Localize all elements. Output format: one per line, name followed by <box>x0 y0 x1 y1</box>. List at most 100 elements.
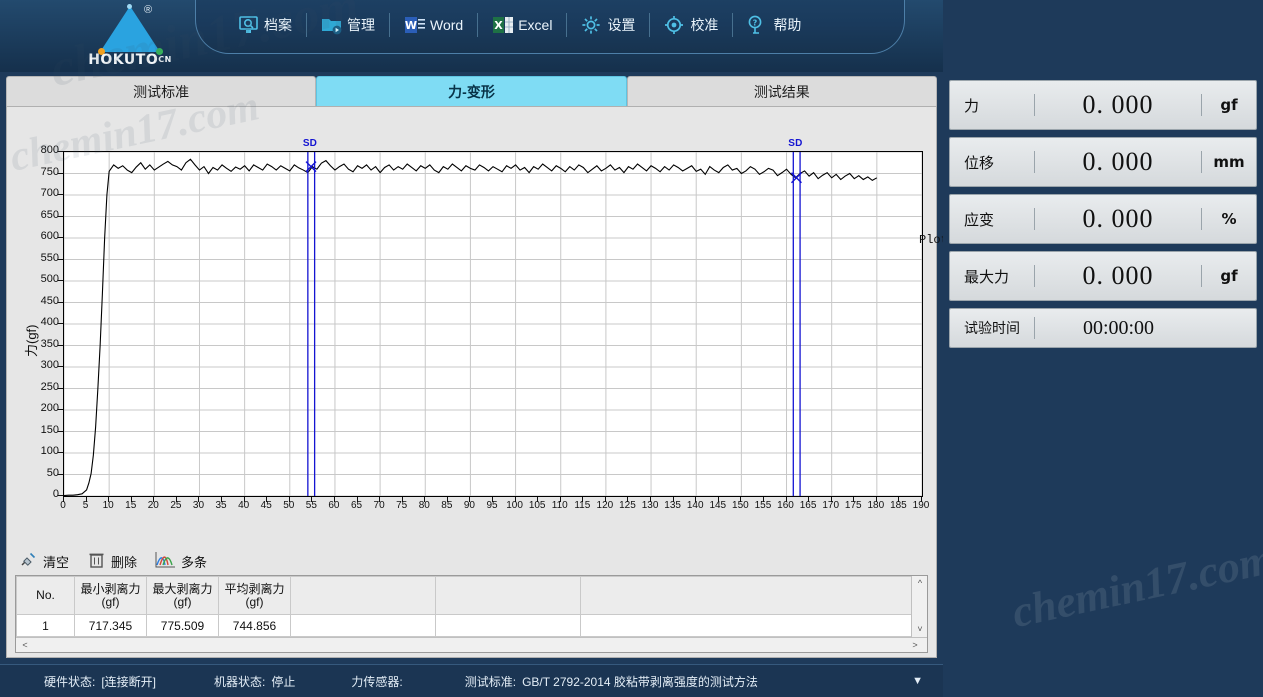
menu-separator <box>306 13 307 37</box>
status-machine-label: 机器状态: <box>214 673 265 690</box>
excel-icon: X <box>492 15 514 35</box>
table-col-max-peel: 最大剥离力 (gf) <box>147 577 219 615</box>
scroll-left-icon[interactable]: ˂ <box>19 640 31 650</box>
scroll-down-icon[interactable]: ˅ <box>912 624 928 634</box>
chart-y-tickmark <box>58 431 63 432</box>
readout-max-force-unit: gf <box>1202 267 1256 285</box>
table-col-max-peel-l2: (gf) <box>147 596 218 609</box>
chart-x-tickmark <box>718 497 719 502</box>
chart-x-tickmark <box>108 497 109 502</box>
readout-strain-unit: % <box>1202 210 1256 228</box>
control-panel: 力 0. 000 gf 位移 0. 000 mm 应变 0. 000 % 最大力… <box>943 0 1263 697</box>
table-horizontal-scrollbar[interactable]: ˂ ˃ <box>16 637 928 652</box>
tab-force-deformation[interactable]: 力-变形 <box>316 76 626 106</box>
chart-x-tickmark <box>627 497 628 502</box>
menu-item-word[interactable]: W Word <box>394 12 473 38</box>
chart-x-tickmark <box>740 497 741 502</box>
status-machine-value: 停止 <box>271 673 295 690</box>
menu-item-settings[interactable]: 设置 <box>571 12 645 38</box>
chart-x-tickmark <box>582 497 583 502</box>
chart-y-tickmark <box>58 345 63 346</box>
clear-all-button[interactable]: 清空 <box>19 551 69 571</box>
table-col-min-peel-l2: (gf) <box>75 596 146 609</box>
table-col-min-peel-l1: 最小剥离力 <box>75 583 146 596</box>
svg-text:W: W <box>405 19 417 32</box>
registered-mark: ® <box>144 4 152 16</box>
table-col-avg-peel-l1: 平均剥离力 <box>219 583 290 596</box>
chart-y-tick: 750 <box>23 166 59 178</box>
chart-x-tickmark <box>153 497 154 502</box>
chart-y-tick: 250 <box>23 381 59 393</box>
chart-y-tick: 500 <box>23 273 59 285</box>
multi-curve-button[interactable]: 多条 <box>155 551 207 571</box>
table-header-row: No. 最小剥离力 (gf) 最大剥离力 (gf) 平均剥离力 (gf) <box>17 577 913 615</box>
readout-test-time: 试验时间 00:00:00 <box>949 308 1257 348</box>
chart-plot-area[interactable] <box>63 151 923 497</box>
menu-separator <box>477 13 478 37</box>
chart-x-tickmark <box>447 497 448 502</box>
menu-item-help[interactable]: ? 帮助 <box>737 12 811 38</box>
table-cell[interactable]: 717.345 <box>75 615 147 637</box>
menu-item-manage-label: 管理 <box>347 15 375 35</box>
readout-displacement-value: 0. 000 <box>1035 147 1201 177</box>
menu-item-manage[interactable]: 管理 <box>311 12 385 38</box>
chart-x-tickmark <box>786 497 787 502</box>
table-cell[interactable] <box>581 615 913 637</box>
broom-icon <box>19 551 38 571</box>
tab-test-result[interactable]: 测试结果 <box>627 76 937 106</box>
table-row[interactable]: 1717.345775.509744.856 <box>17 615 913 637</box>
chart-y-tick: 400 <box>23 316 59 328</box>
menu-separator <box>649 13 650 37</box>
status-dropdown-icon[interactable]: ▼ <box>912 675 923 687</box>
table-cell[interactable]: 1 <box>17 615 75 637</box>
chart-y-tickmark <box>58 452 63 453</box>
chart-x-tickmark <box>334 497 335 502</box>
chart-x-tickmark <box>605 497 606 502</box>
chart-x-tickmark <box>266 497 267 502</box>
chart-y-tickmark <box>58 302 63 303</box>
menu-separator <box>566 13 567 37</box>
results-table-container[interactable]: No. 最小剥离力 (gf) 最大剥离力 (gf) 平均剥离力 (gf) <box>15 575 928 653</box>
table-cell[interactable]: 744.856 <box>219 615 291 637</box>
chart-y-tick: 800 <box>23 144 59 156</box>
delete-button[interactable]: 删除 <box>87 551 137 571</box>
table-col-max-peel-l1: 最大剥离力 <box>147 583 218 596</box>
chart-cursor-label: D <box>795 138 802 149</box>
table-col-no: No. <box>17 577 75 615</box>
readout-displacement: 位移 0. 000 mm <box>949 137 1257 187</box>
chart-y-tickmark <box>58 173 63 174</box>
chart-y-tickmark <box>58 495 63 496</box>
chart-y-tickmark <box>58 194 63 195</box>
table-cell[interactable]: 775.509 <box>147 615 219 637</box>
folder-play-icon <box>321 15 343 35</box>
chart-x-tickmark <box>357 497 358 502</box>
main-content-area: 测试标准 力-变形 测试结果 力(gf) 变形(mm) Plot 0501001… <box>0 72 943 664</box>
table-cell[interactable] <box>436 615 581 637</box>
readout-force-unit: gf <box>1202 96 1256 114</box>
status-sensor-label: 力传感器: <box>351 673 402 690</box>
scroll-right-icon[interactable]: ˃ <box>909 640 921 650</box>
menu-item-excel[interactable]: X Excel <box>482 12 562 38</box>
scroll-up-icon[interactable]: ^ <box>912 578 928 588</box>
chart-x-tickmark <box>469 497 470 502</box>
chart-y-tickmark <box>58 237 63 238</box>
readout-strain-label: 应变 <box>950 209 1034 230</box>
crosshair-icon <box>664 15 686 35</box>
chart-x-tickmark <box>63 497 64 502</box>
table-col-avg-peel-l2: (gf) <box>219 596 290 609</box>
menu-item-archive[interactable]: 档案 <box>228 12 302 38</box>
status-standard-label: 测试标准: <box>465 673 516 690</box>
chart-y-tick: 700 <box>23 187 59 199</box>
chart-x-tickmark <box>492 497 493 502</box>
table-col-extra-2 <box>436 577 581 615</box>
menu-item-calibration[interactable]: 校准 <box>654 12 728 38</box>
status-machine: 机器状态: 停止 <box>214 673 295 690</box>
chart-y-tick: 350 <box>23 338 59 350</box>
chart-x-tickmark <box>176 497 177 502</box>
table-cell[interactable] <box>291 615 436 637</box>
tab-test-standard[interactable]: 测试标准 <box>6 76 316 106</box>
chart-y-tickmark <box>58 259 63 260</box>
svg-text:X: X <box>494 19 503 32</box>
table-col-min-peel: 最小剥离力 (gf) <box>75 577 147 615</box>
chart-svg <box>64 152 922 496</box>
